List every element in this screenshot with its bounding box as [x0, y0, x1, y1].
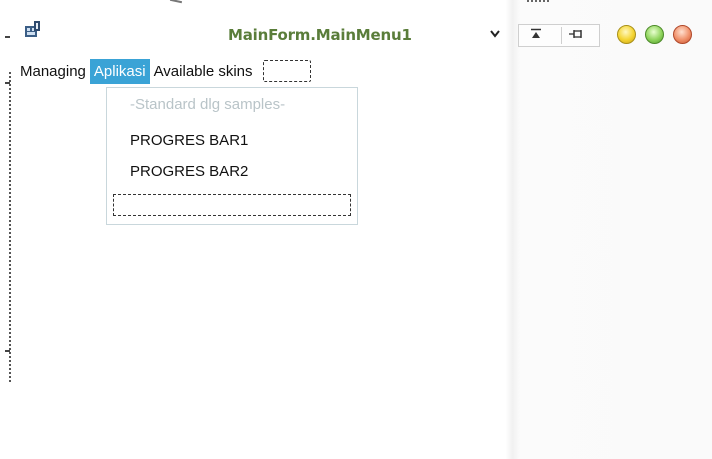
- designer-form-icon[interactable]: [24, 20, 42, 38]
- designer-surface: MainForm.MainMenu1 Managing Aplikasi Ava…: [0, 0, 712, 459]
- maximize-button[interactable]: [645, 25, 664, 44]
- new-submenu-item-placeholder[interactable]: [113, 194, 351, 216]
- title-bar: MainForm.MainMenu1: [0, 16, 712, 52]
- menu-item-aplikasi[interactable]: Aplikasi: [89, 58, 150, 84]
- top-stroke: [169, 0, 183, 4]
- dropdown-item-progres-bar2[interactable]: PROGRES BAR2: [130, 163, 248, 180]
- dropdown-item-standard-dlg-samples: -Standard dlg samples-: [130, 96, 286, 113]
- collapse-icon[interactable]: [525, 22, 547, 46]
- chevron-down-icon[interactable]: [487, 22, 503, 46]
- menu-item-managing[interactable]: Managing: [16, 59, 90, 84]
- close-button[interactable]: [673, 25, 692, 44]
- minimize-button[interactable]: [617, 25, 636, 44]
- top-dotted-marker: [527, 0, 549, 2]
- left-ruler-tick: [5, 82, 10, 84]
- left-dotted-ruler: [9, 72, 11, 382]
- menu-item-available-skins[interactable]: Available skins: [150, 59, 257, 84]
- main-menu-bar: Managing Aplikasi Available skins: [16, 56, 311, 86]
- dropdown-item-progres-bar1[interactable]: PROGRES BAR1: [130, 132, 248, 149]
- aplikasi-dropdown-menu: -Standard dlg samples- PROGRES BAR1 PROG…: [106, 87, 358, 225]
- new-menu-item-placeholder[interactable]: [262, 60, 311, 82]
- pin-icon[interactable]: [564, 22, 588, 46]
- left-ruler-tick: [5, 350, 10, 352]
- window-title: MainForm.MainMenu1: [228, 26, 412, 44]
